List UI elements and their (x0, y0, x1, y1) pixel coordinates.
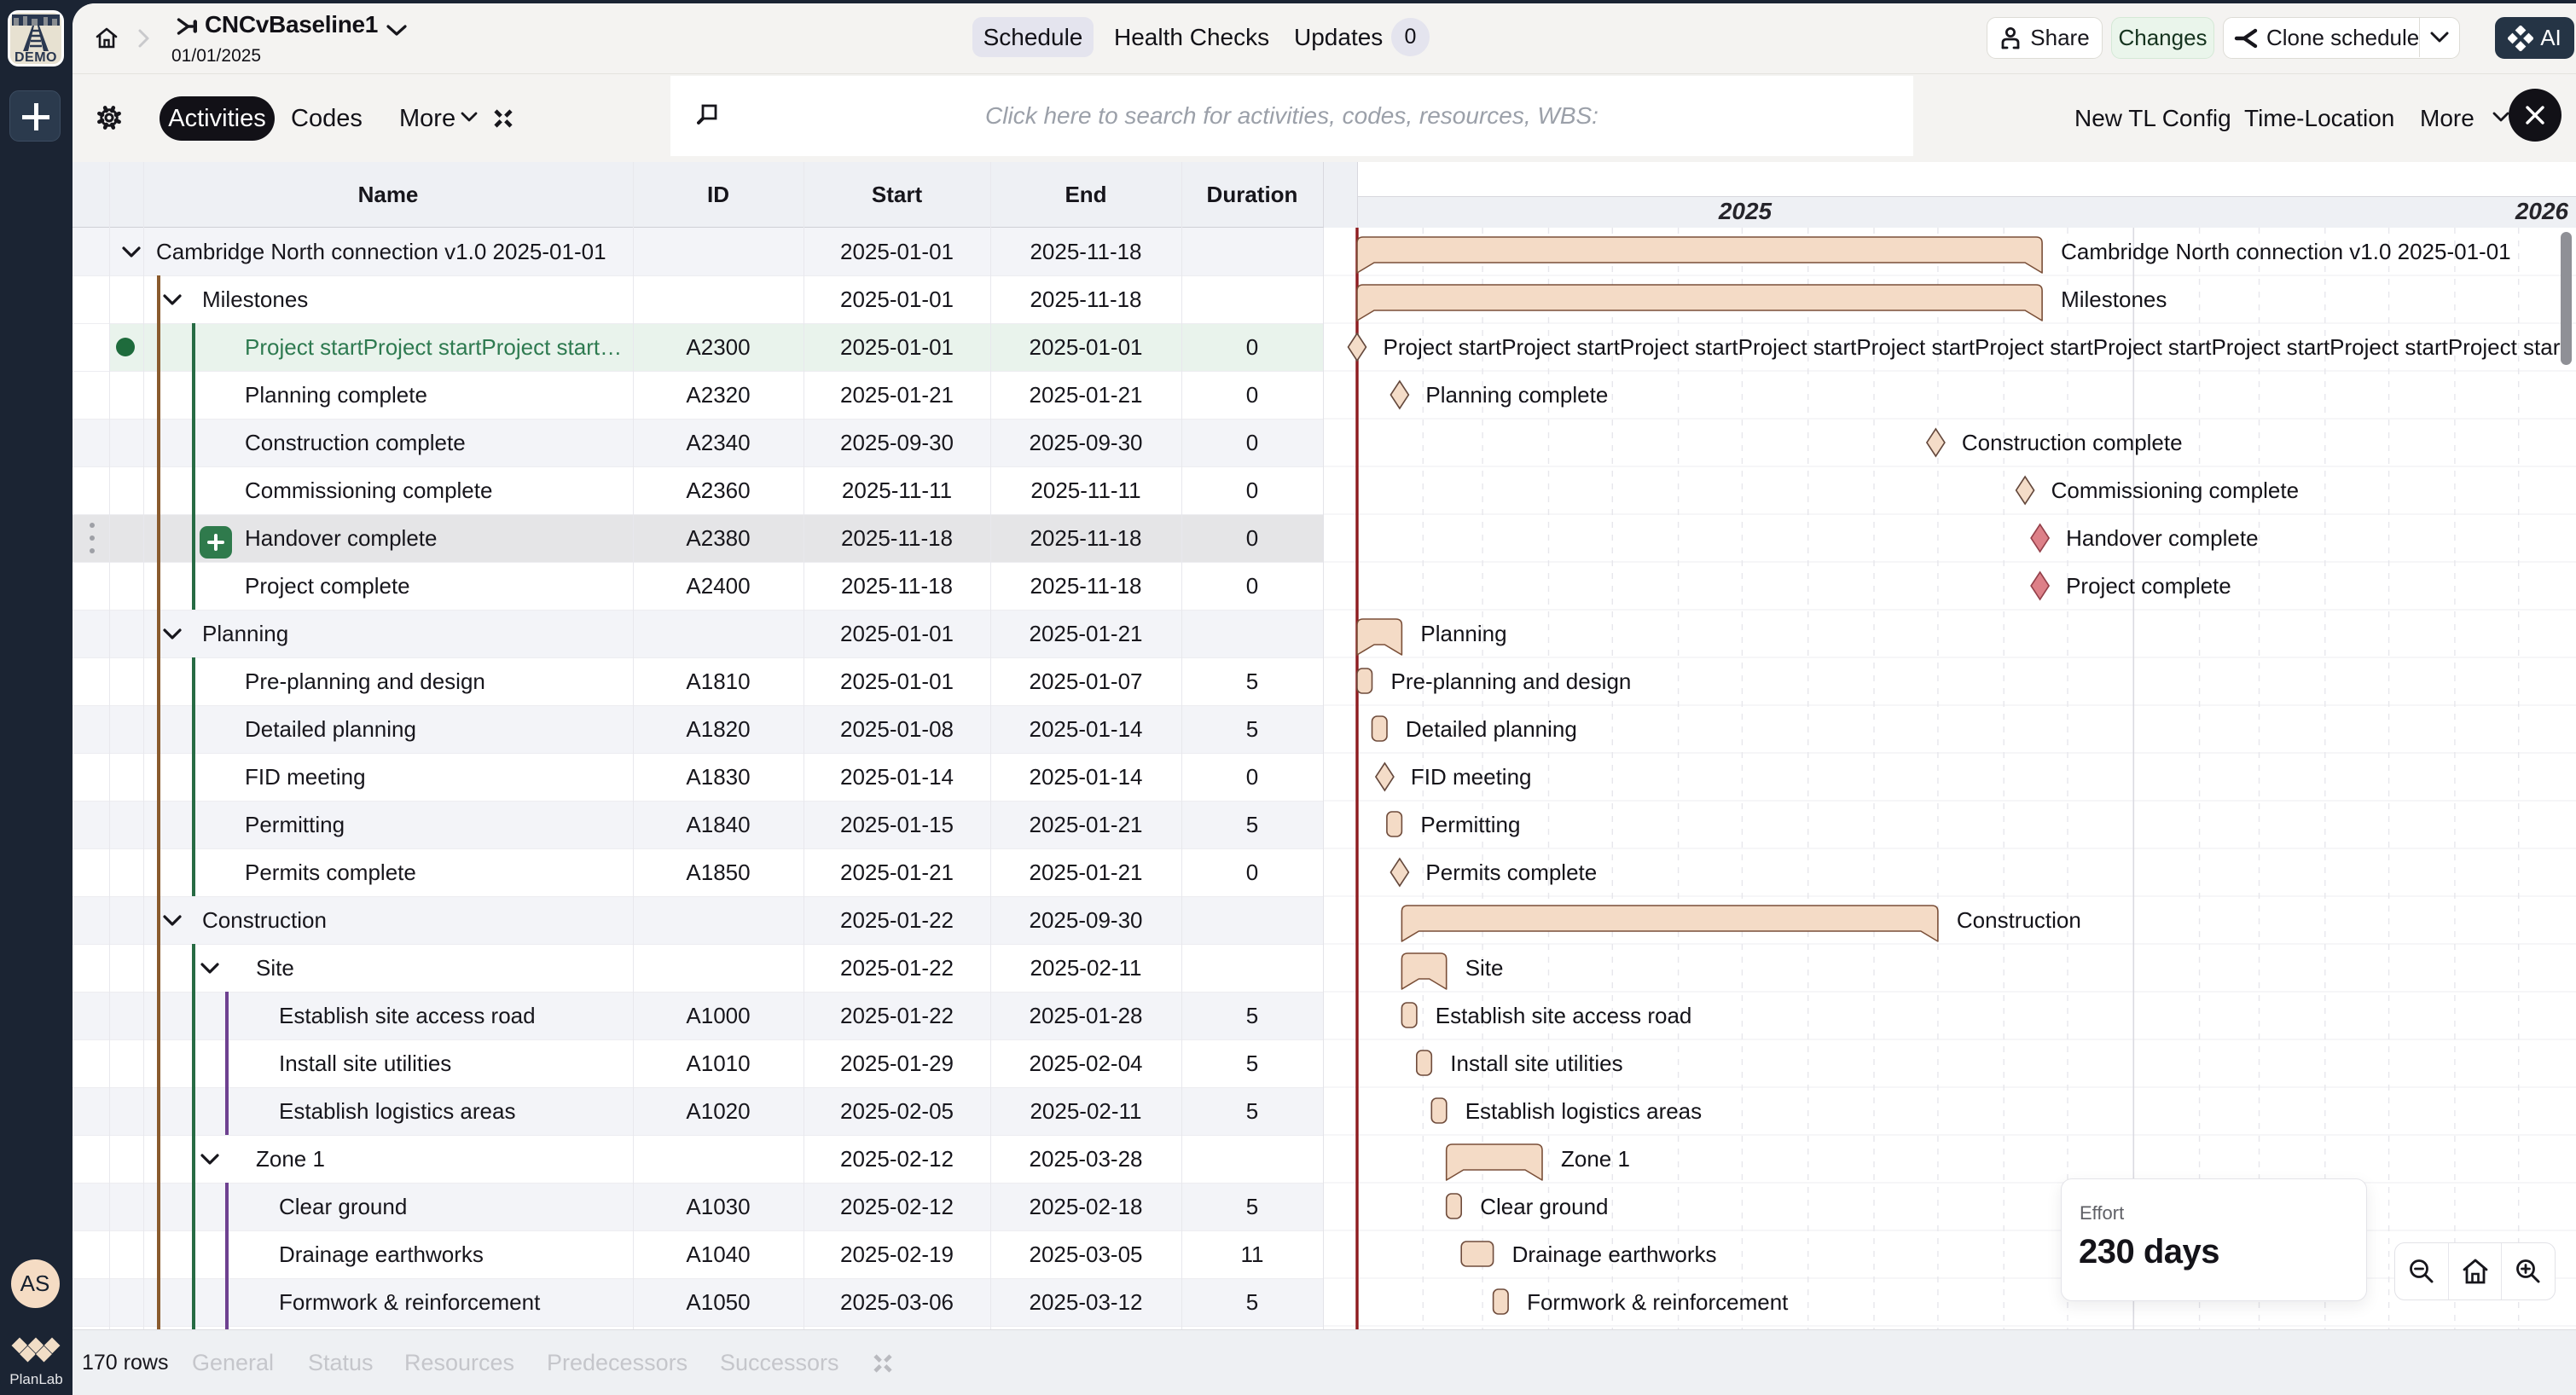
svg-text:DEMO: DEMO (15, 50, 57, 65)
svg-text:Permits complete: Permits complete (1425, 860, 1597, 885)
svg-text:Planning complete: Planning complete (1425, 382, 1608, 408)
svg-text:Install site utilities: Install site utilities (1450, 1051, 1622, 1076)
svg-text:Clear ground: Clear ground (1480, 1194, 1608, 1219)
svg-text:Formwork & reinforcement: Formwork & reinforcement (1527, 1289, 1789, 1315)
svg-text:Construction: Construction (1957, 907, 2081, 933)
svg-text:FID meeting: FID meeting (1411, 764, 1532, 790)
svg-text:Establish logistics areas: Establish logistics areas (1465, 1098, 1702, 1124)
svg-text:Zone 1: Zone 1 (1561, 1146, 1630, 1172)
svg-text:Establish site access road: Establish site access road (1436, 1003, 1692, 1028)
svg-text:Site: Site (1465, 955, 1504, 981)
svg-text:Planning: Planning (1420, 621, 1506, 646)
svg-text:Cambridge North connection v1.: Cambridge North connection v1.0 2025-01-… (2061, 239, 2511, 264)
svg-text:Milestones: Milestones (2061, 287, 2167, 312)
svg-text:Handover complete: Handover complete (2066, 525, 2258, 551)
svg-text:Project startProject startProj: Project startProject startProject startP… (1384, 334, 2567, 360)
svg-text:Detailed planning: Detailed planning (1406, 716, 1577, 742)
svg-text:Pre-planning and design: Pre-planning and design (1391, 669, 1632, 694)
svg-text:Drainage earthworks: Drainage earthworks (1512, 1242, 1717, 1267)
svg-text:Project complete: Project complete (2066, 573, 2231, 599)
svg-text:Construction complete: Construction complete (1962, 430, 2183, 455)
svg-text:Commissioning complete: Commissioning complete (2051, 478, 2299, 503)
svg-text:Permitting: Permitting (1420, 812, 1520, 837)
